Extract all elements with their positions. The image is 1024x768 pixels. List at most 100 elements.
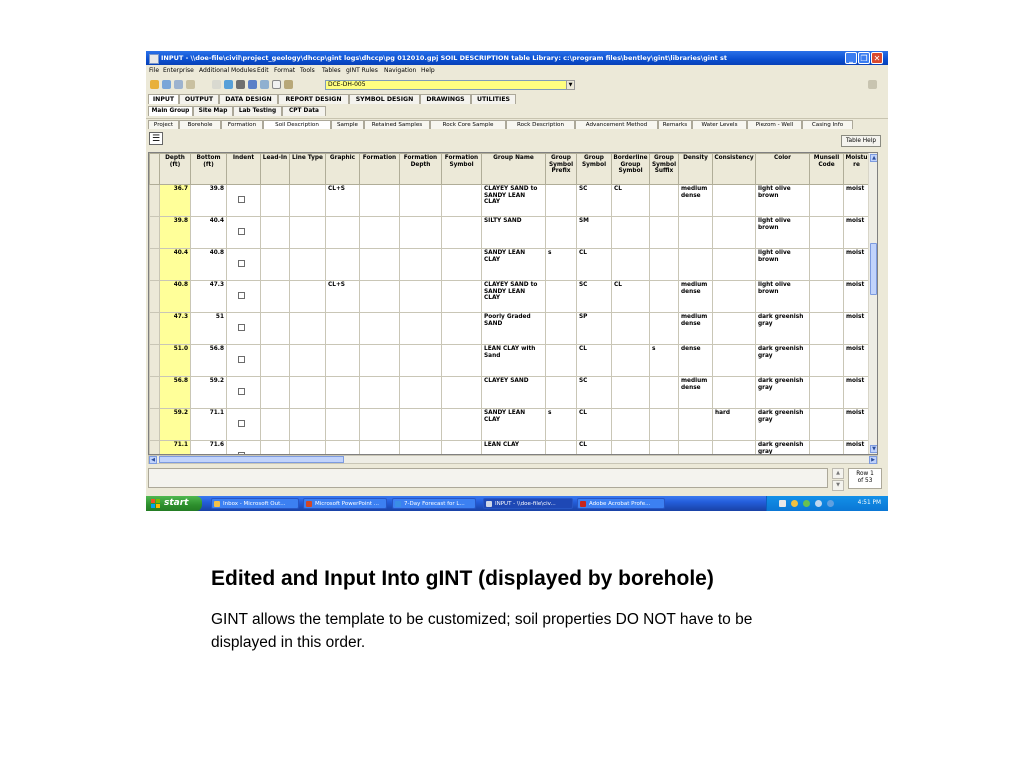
cell-suffix[interactable] bbox=[649, 280, 679, 313]
empty-cell[interactable] bbox=[399, 408, 442, 441]
table-row[interactable]: 71.1 71.6 LEAN CLAY CL dark greenish gray moi… bbox=[149, 440, 875, 454]
find-icon[interactable] bbox=[162, 80, 171, 89]
row-selector[interactable] bbox=[149, 280, 160, 313]
cell-symbol[interactable]: CL bbox=[576, 440, 612, 454]
tab-output[interactable]: OUTPUT bbox=[179, 94, 219, 104]
empty-cell[interactable] bbox=[441, 248, 482, 281]
cell-bottom[interactable]: 71.6 bbox=[190, 440, 227, 454]
cell-symbol[interactable]: SC bbox=[576, 184, 612, 217]
cell-depth[interactable]: 40.8 bbox=[159, 280, 191, 313]
cell-consistency[interactable] bbox=[712, 440, 756, 454]
new-icon[interactable] bbox=[212, 80, 221, 89]
tab-piezom-well[interactable]: Piezom - Well bbox=[747, 120, 802, 129]
cell-density[interactable]: medium dense bbox=[678, 184, 713, 217]
indent-cell[interactable] bbox=[226, 408, 261, 441]
tab-symbol-design[interactable]: SYMBOL DESIGN bbox=[349, 94, 420, 104]
security-tray-icon[interactable] bbox=[791, 500, 798, 507]
table-icon[interactable] bbox=[260, 80, 269, 89]
cell-density[interactable]: medium dense bbox=[678, 376, 713, 409]
cell-borderline[interactable] bbox=[611, 408, 650, 441]
row-selector[interactable] bbox=[149, 184, 160, 217]
empty-cell[interactable] bbox=[809, 376, 844, 409]
vertical-scroll-thumb[interactable] bbox=[870, 243, 877, 295]
indent-cell[interactable] bbox=[226, 440, 261, 454]
cell-borderline[interactable] bbox=[611, 440, 650, 454]
cell-group-name[interactable]: Poorly Graded SAND bbox=[481, 312, 546, 345]
indent-cell[interactable] bbox=[226, 312, 261, 345]
minimize-button[interactable]: _ bbox=[845, 52, 857, 64]
menu-gint-rules[interactable]: gINT Rules bbox=[346, 67, 378, 74]
empty-cell[interactable] bbox=[441, 280, 482, 313]
indent-cell[interactable] bbox=[226, 184, 261, 217]
cell-moisture[interactable]: moist bbox=[843, 312, 870, 345]
cell-graphic[interactable]: CL+S bbox=[325, 184, 360, 217]
cell-consistency[interactable] bbox=[712, 344, 756, 377]
empty-cell[interactable] bbox=[289, 280, 326, 313]
cell-symbol[interactable]: CL bbox=[576, 248, 612, 281]
cell-consistency[interactable] bbox=[712, 376, 756, 409]
cell-consistency[interactable] bbox=[712, 280, 756, 313]
page-icon[interactable] bbox=[272, 80, 281, 89]
column-header[interactable]: Formation Symbol bbox=[441, 153, 482, 185]
row-selector[interactable] bbox=[149, 312, 160, 345]
tab-water-levels[interactable]: Water Levels bbox=[692, 120, 747, 129]
tab-data-design[interactable]: DATA DESIGN bbox=[219, 94, 278, 104]
tab-sample[interactable]: Sample bbox=[331, 120, 364, 129]
table-row[interactable]: 39.8 40.4 SILTY SAND SM light olive brown moi… bbox=[149, 216, 875, 249]
scroll-down-icon[interactable]: ▼ bbox=[870, 445, 877, 453]
cell-prefix[interactable] bbox=[545, 376, 577, 409]
task-acrobat[interactable]: Adobe Acrobat Profe... bbox=[577, 498, 665, 509]
close-button[interactable]: ✕ bbox=[871, 52, 883, 64]
cell-borderline[interactable]: CL bbox=[611, 280, 650, 313]
empty-cell[interactable] bbox=[260, 376, 290, 409]
tab-main-group[interactable]: Main Group bbox=[148, 106, 193, 116]
cell-graphic[interactable] bbox=[325, 216, 360, 249]
cell-color[interactable]: light olive brown bbox=[755, 216, 810, 249]
cell-graphic[interactable] bbox=[325, 344, 360, 377]
empty-cell[interactable] bbox=[359, 408, 400, 441]
column-header[interactable]: Moistu re bbox=[843, 153, 870, 185]
cell-depth[interactable]: 71.1 bbox=[159, 440, 191, 454]
edit-icon[interactable] bbox=[284, 80, 293, 89]
table-row[interactable]: 56.8 59.2 CLAYEY SAND SC medium dense dark gr… bbox=[149, 376, 875, 409]
indent-cell[interactable] bbox=[226, 216, 261, 249]
empty-cell[interactable] bbox=[399, 184, 442, 217]
row-spinner[interactable]: ▲ ▼ bbox=[832, 468, 844, 491]
cell-borderline[interactable] bbox=[611, 376, 650, 409]
cell-bottom[interactable]: 71.1 bbox=[190, 408, 227, 441]
tab-soil-description[interactable]: Soil Description bbox=[263, 120, 331, 129]
empty-cell[interactable] bbox=[289, 216, 326, 249]
column-header[interactable]: Line Type bbox=[289, 153, 326, 185]
empty-cell[interactable] bbox=[359, 216, 400, 249]
cell-suffix[interactable]: s bbox=[649, 344, 679, 377]
indent-checkbox[interactable] bbox=[238, 292, 245, 299]
column-header[interactable]: Lead-In bbox=[260, 153, 290, 185]
cell-density[interactable]: medium dense bbox=[678, 280, 713, 313]
empty-cell[interactable] bbox=[441, 408, 482, 441]
cell-prefix[interactable]: s bbox=[545, 248, 577, 281]
column-header[interactable]: Group Symbol Suffix bbox=[649, 153, 679, 185]
empty-cell[interactable] bbox=[809, 440, 844, 454]
menu-tables[interactable]: Tables bbox=[322, 67, 341, 74]
empty-cell[interactable] bbox=[399, 280, 442, 313]
column-header[interactable]: Borderline Group Symbol bbox=[611, 153, 650, 185]
column-header[interactable]: Depth (ft) bbox=[159, 153, 191, 185]
row-selector[interactable] bbox=[149, 344, 160, 377]
cell-borderline[interactable] bbox=[611, 312, 650, 345]
cell-suffix[interactable] bbox=[649, 376, 679, 409]
menu-additional-modules[interactable]: Additional Modules bbox=[199, 67, 256, 74]
cell-graphic[interactable] bbox=[325, 312, 360, 345]
tab-cpt-data[interactable]: CPT Data bbox=[282, 106, 326, 116]
cell-depth[interactable]: 59.2 bbox=[159, 408, 191, 441]
empty-cell[interactable] bbox=[260, 248, 290, 281]
cell-moisture[interactable]: moist bbox=[843, 408, 870, 441]
task-gint-input[interactable]: INPUT - \\doe-file\civ... bbox=[483, 498, 573, 509]
task-powerpoint[interactable]: Microsoft PowerPoint ... bbox=[303, 498, 387, 509]
messenger-tray-icon[interactable] bbox=[827, 500, 834, 507]
cell-graphic[interactable] bbox=[325, 440, 360, 454]
tab-utilities[interactable]: UTILITIES bbox=[471, 94, 516, 104]
empty-cell[interactable] bbox=[809, 216, 844, 249]
cell-prefix[interactable]: s bbox=[545, 408, 577, 441]
cell-depth[interactable]: 39.8 bbox=[159, 216, 191, 249]
cell-borderline[interactable] bbox=[611, 248, 650, 281]
